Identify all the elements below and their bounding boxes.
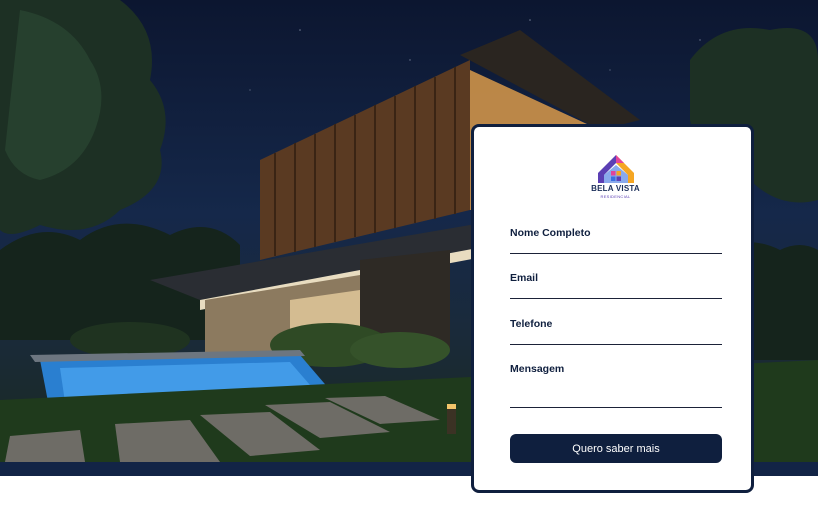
full-name-field[interactable]: Nome Completo — [510, 227, 722, 254]
phone-label: Telefone — [510, 318, 553, 330]
email-input[interactable] — [510, 284, 722, 295]
phone-input[interactable] — [510, 330, 722, 341]
brand-tagline: RESIDENCIAL — [600, 194, 631, 199]
brand-name: BELA VISTA — [591, 184, 640, 193]
full-name-input[interactable] — [510, 239, 722, 250]
message-input[interactable] — [510, 375, 722, 403]
submit-button[interactable]: Quero saber mais — [510, 434, 722, 463]
email-field[interactable]: Email — [510, 272, 722, 299]
landing-page: BELA VISTA RESIDENCIAL Nome Completo Ema… — [0, 0, 818, 520]
full-name-label: Nome Completo — [510, 227, 591, 239]
phone-field[interactable]: Telefone — [510, 318, 722, 345]
message-label: Mensagem — [510, 363, 565, 375]
contact-form-card: BELA VISTA RESIDENCIAL Nome Completo Ema… — [471, 124, 754, 493]
email-label: Email — [510, 272, 539, 284]
message-field[interactable]: Mensagem — [510, 363, 722, 408]
